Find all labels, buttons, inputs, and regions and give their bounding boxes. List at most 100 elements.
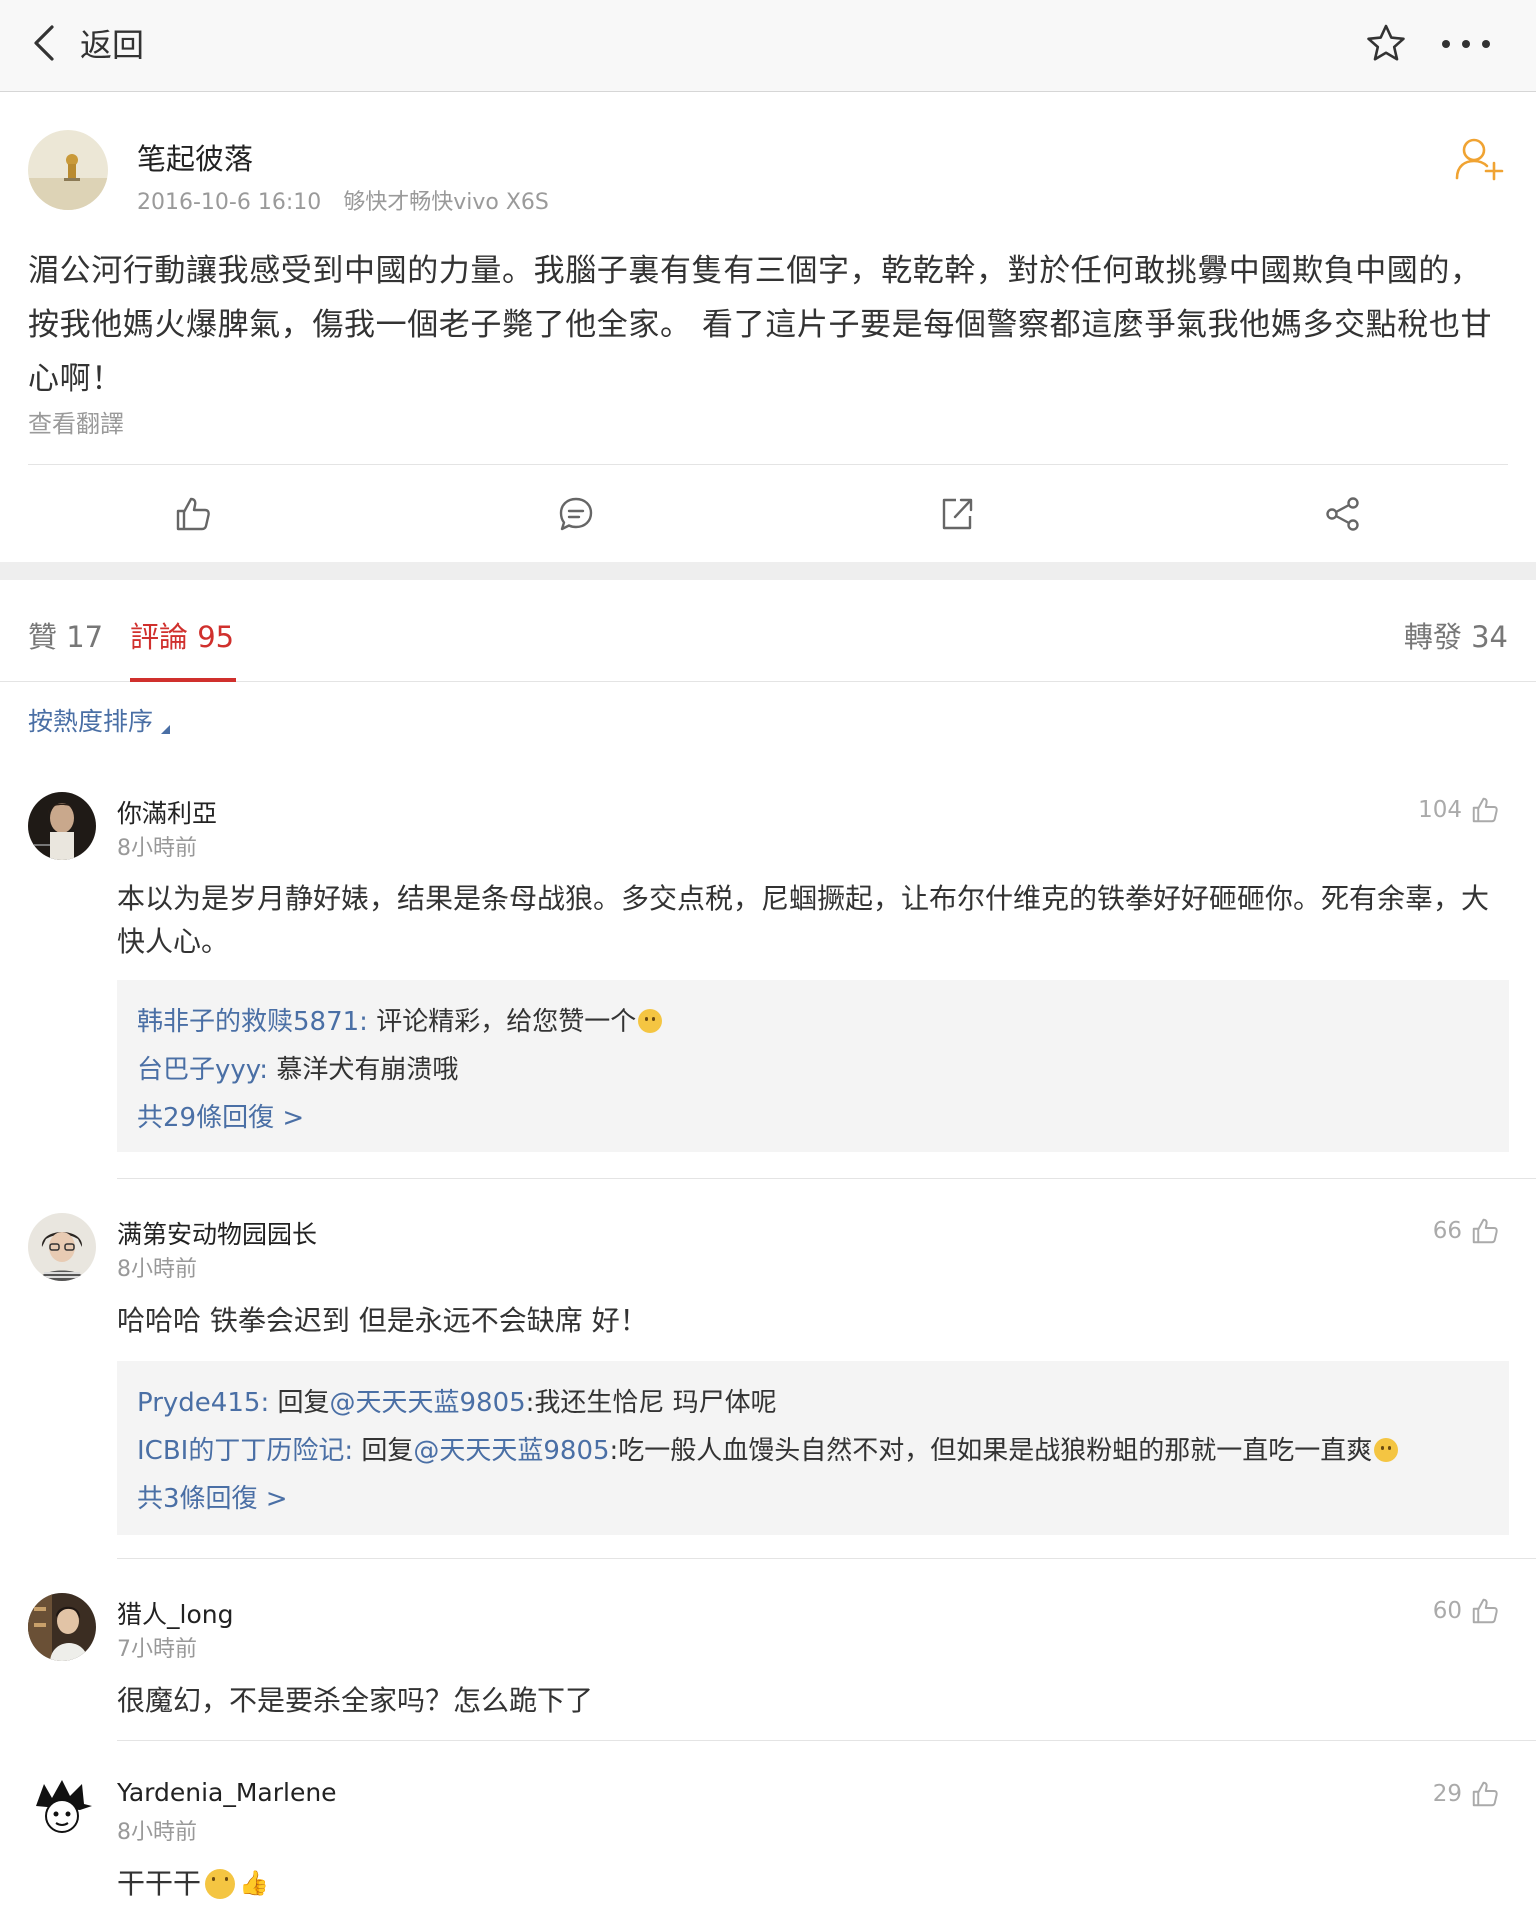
like-count: 66 [1432, 1218, 1462, 1244]
reply-user[interactable]: Pryde415 [137, 1388, 260, 1418]
divider [117, 1178, 1536, 1179]
reply-text: 慕洋犬有崩溃哦 [276, 1055, 459, 1085]
commenter-avatar[interactable] [28, 792, 96, 860]
post-meta: 2016-10-6 16:10 够快才畅快vivo X6S [137, 184, 549, 216]
comment-text-row: 干干干 👍 [117, 1862, 1509, 1905]
post-date: 2016-10-6 16:10 [137, 190, 322, 215]
reply-text: 回复 [361, 1436, 414, 1466]
chevron-left-icon [34, 25, 54, 61]
thumbs-up-icon [1472, 797, 1498, 823]
commenter-name[interactable]: 满第安动物园园长 [117, 1215, 317, 1251]
comment-text: 很魔幻，不是要杀全家吗？怎么跪下了 [117, 1684, 594, 1717]
avatar-image [28, 1213, 96, 1281]
back-button[interactable]: 返回 [28, 18, 144, 68]
tab-reposts[interactable]: 轉發 34 [1404, 614, 1508, 656]
reply-line: Pryde415: 回复@天天天蓝9805:我还生恰尼 玛尸体呢 [137, 1388, 777, 1418]
divider [28, 464, 1508, 465]
commenter-avatar[interactable] [28, 1776, 96, 1844]
post-card: 笔起彼落 2016-10-6 16:10 够快才畅快vivo X6S 湄公河行動讓… [0, 92, 1536, 562]
share-button[interactable] [1307, 478, 1379, 550]
reply-text: 评论精彩，给您赞一个 [376, 1007, 637, 1037]
thumbs-up-icon [1472, 1218, 1498, 1244]
view-all-replies-link[interactable]: 共29條回復 > [137, 1094, 1489, 1142]
share-icon [1326, 497, 1359, 531]
more-dot-icon [1442, 40, 1450, 48]
section-gap [0, 562, 1536, 580]
follow-button[interactable] [1454, 136, 1504, 182]
comment-item: 你滿利亞 8小時前 104 本以为是岁月静好婊，结果是条母战狼。多交点税，尼蝈撅… [0, 792, 1536, 1162]
reply-text: 回复 [277, 1388, 330, 1418]
thumbs-up-icon [1472, 1781, 1498, 1807]
like-count: 60 [1432, 1598, 1462, 1624]
smile-emoji-icon [638, 1009, 663, 1033]
avatar-image [28, 792, 96, 860]
reply-mention[interactable]: @天天天蓝9805 [329, 1388, 525, 1418]
more-dot-icon [1462, 40, 1470, 48]
post-content: 湄公河行動讓我感受到中國的力量。我腦子裏有隻有三個字，乾乾幹，對於任何敢挑釁中國… [28, 253, 1493, 397]
reply-text-rest: :吃一般人血馒头自然不对，但如果是战狼粉蛆的那就一直吃一直爽 [609, 1436, 1373, 1466]
star-icon [1367, 24, 1405, 61]
comment-item: 满第安动物园园长 8小時前 66 哈哈哈 铁拳会迟到 但是永远不会缺席 好！ P… [0, 1213, 1536, 1568]
divider [117, 1740, 1536, 1741]
favorite-button[interactable] [1364, 22, 1408, 66]
view-all-replies-link[interactable]: 共3條回復 > [137, 1475, 1489, 1523]
comment-button[interactable] [540, 478, 612, 550]
author-name[interactable]: 笔起彼落 [137, 136, 253, 178]
like-count: 104 [1418, 797, 1462, 823]
comment-time: 8小時前 [117, 1257, 197, 1282]
comment-like-button[interactable]: 60 [1433, 1593, 1500, 1629]
like-button[interactable] [157, 478, 229, 550]
comment-item: 猎人_long 7小時前 60 很魔幻，不是要杀全家吗？怎么跪下了 [0, 1593, 1536, 1753]
more-options-button[interactable] [1438, 22, 1494, 66]
more-dot-icon [1482, 40, 1490, 48]
back-label: 返回 [80, 26, 145, 64]
comment-bubble-icon [559, 497, 593, 531]
comment-text: 干干干 [117, 1867, 202, 1900]
add-user-icon [1455, 138, 1504, 181]
post-source: 够快才畅快vivo X6S [343, 190, 549, 215]
reply-user[interactable]: ICBI的丁丁历险记 [137, 1436, 344, 1466]
comment-like-button[interactable]: 104 [1418, 792, 1500, 828]
commenter-name[interactable]: 你滿利亞 [117, 794, 217, 830]
author-avatar[interactable] [28, 130, 108, 210]
commenter-avatar[interactable] [28, 1213, 96, 1281]
reply-user[interactable]: 台巴子yyy [137, 1055, 259, 1085]
reply-line: 韩非子的救赎5871: 评论精彩，给您赞一个 [137, 998, 1489, 1046]
sort-label: 按熱度排序 [28, 707, 154, 736]
tab-likes[interactable]: 贊 17 [28, 614, 103, 656]
comment-text: 本以为是岁月静好婊，结果是条母战狼。多交点税，尼蝈撅起，让布尔什维克的铁拳好好砸… [117, 882, 1490, 958]
comment-time: 8小時前 [117, 836, 197, 861]
reply-preview-box[interactable]: Pryde415: 回复@天天天蓝9805:我还生恰尼 玛尸体呢 ICBI的丁丁… [117, 1361, 1509, 1535]
thumbs-up-icon [176, 497, 210, 531]
commenter-name[interactable]: 猎人_long [117, 1595, 233, 1631]
active-tab-indicator [130, 678, 236, 682]
reply-text-rest: :我还生恰尼 玛尸体呢 [525, 1388, 777, 1418]
smile-emoji-icon [1374, 1438, 1399, 1462]
caret-down-icon [161, 725, 171, 734]
post-tabs: 贊 17 評論 95 轉發 34 [0, 580, 1536, 682]
comment-like-button[interactable]: 29 [1433, 1776, 1500, 1812]
comment-time: 8小時前 [117, 1820, 197, 1845]
avatar-image [28, 130, 108, 210]
commenter-name[interactable]: Yardenia_Marlene [117, 1778, 337, 1807]
divider [117, 1558, 1536, 1559]
reply-line: 台巴子yyy: 慕洋犬有崩溃哦 [137, 1055, 459, 1085]
sort-dropdown[interactable]: 按熱度排序 [28, 702, 171, 738]
commenter-avatar[interactable] [28, 1593, 96, 1661]
tab-comments[interactable]: 評論 95 [130, 614, 234, 656]
like-count: 29 [1432, 1781, 1462, 1807]
reply-line: ICBI的丁丁历险记: 回复@天天天蓝9805:吃一般人血馒头自然不对，但如果是… [137, 1427, 1489, 1475]
reply-preview-box[interactable]: 韩非子的救赎5871: 评论精彩，给您赞一个 台巴子yyy: 慕洋犬有崩溃哦 共… [117, 980, 1509, 1152]
avatar-image [28, 1776, 96, 1844]
comment-like-button[interactable]: 66 [1433, 1213, 1500, 1249]
repost-button[interactable] [921, 478, 993, 550]
avatar-image [28, 1593, 96, 1661]
thumbs-up-icon [1472, 1598, 1498, 1624]
thumbs-up-emoji-icon: 👍 [239, 1869, 269, 1897]
top-nav-bar: 返回 [0, 0, 1536, 92]
repost-icon [942, 498, 973, 530]
reply-mention[interactable]: @天天天蓝9805 [413, 1436, 609, 1466]
reply-user[interactable]: 韩非子的救赎5871 [137, 1007, 359, 1037]
comment-text: 哈哈哈 铁拳会迟到 但是永远不会缺席 好！ [117, 1304, 648, 1337]
translate-link[interactable]: 查看翻譯 [28, 404, 124, 439]
